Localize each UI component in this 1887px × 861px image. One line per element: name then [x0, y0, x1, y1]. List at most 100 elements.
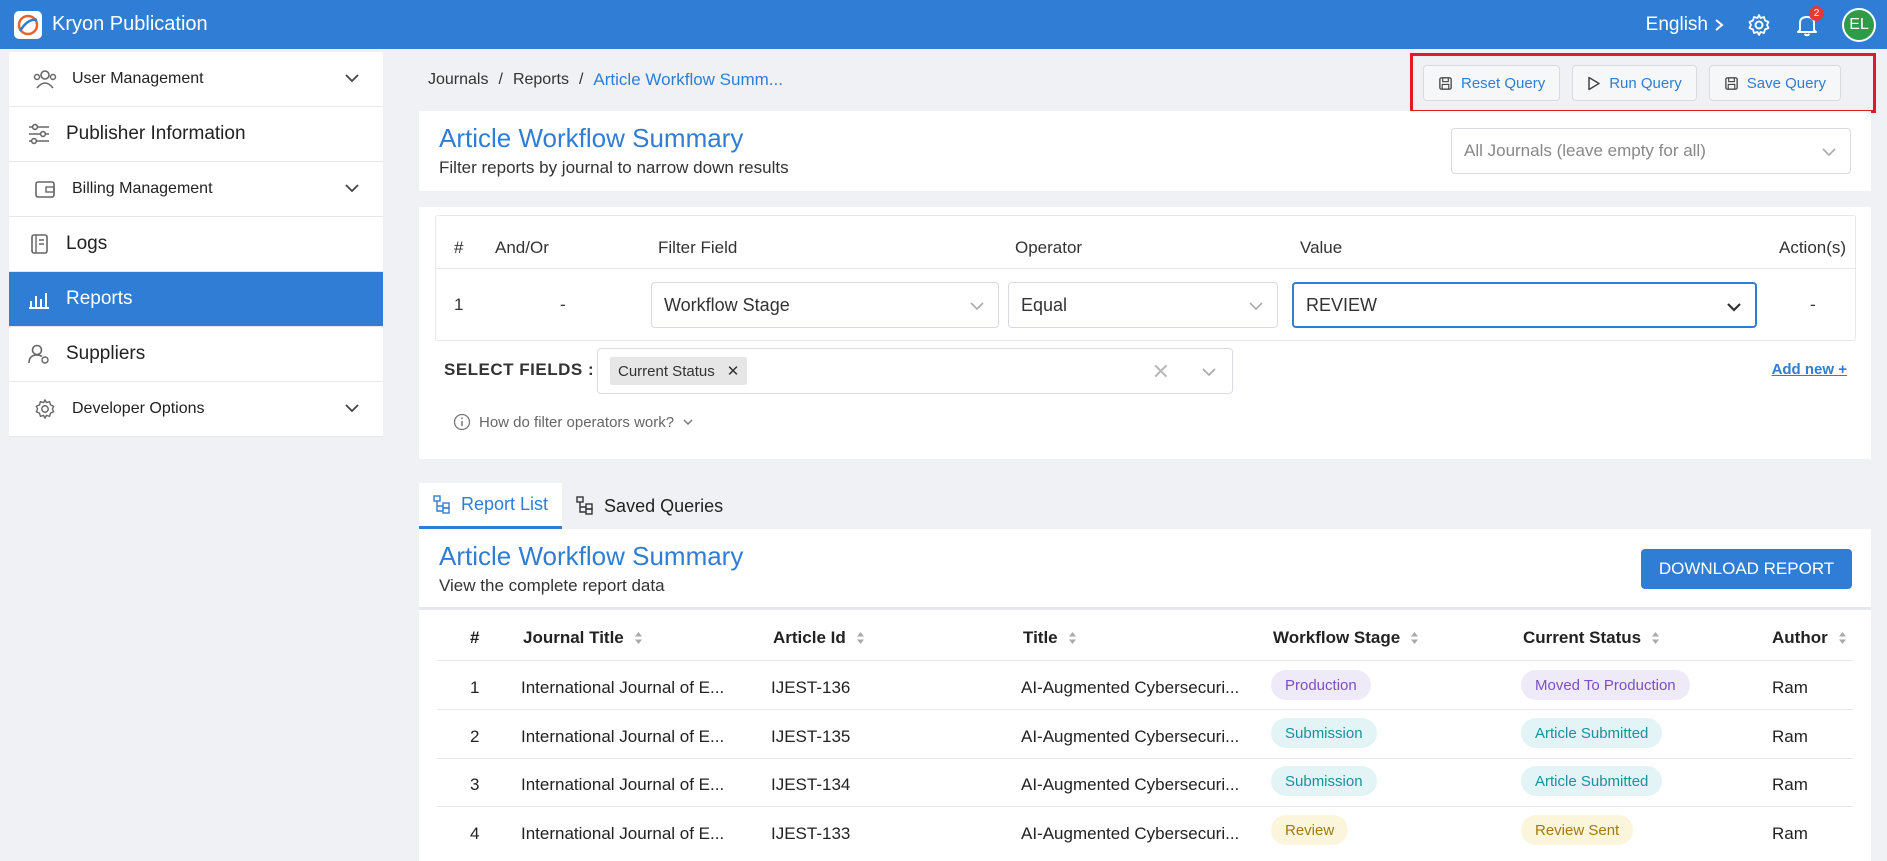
wallet-icon — [32, 176, 58, 202]
run-query-button[interactable]: Run Query — [1572, 65, 1697, 101]
cell-index: 2 — [470, 727, 480, 746]
app-title: Kryon Publication — [52, 13, 208, 35]
column-header-journal-title[interactable]: Journal Title — [523, 628, 643, 648]
column-header-article-id[interactable]: Article Id — [773, 628, 865, 648]
sidebar-item-developer-options[interactable]: Developer Options — [9, 382, 383, 437]
clear-icon[interactable]: ✕ — [1152, 359, 1170, 385]
sidebar-item-suppliers[interactable]: Suppliers — [9, 327, 383, 382]
user-avatar[interactable]: EL — [1842, 7, 1876, 42]
sort-icon — [1068, 631, 1077, 645]
value-select[interactable]: REVIEW — [1292, 282, 1757, 328]
notifications-button[interactable]: 2 — [1794, 5, 1824, 38]
table-divider — [437, 660, 1853, 661]
reset-query-button[interactable]: Reset Query — [1423, 65, 1561, 101]
reset-query-label: Reset Query — [1461, 74, 1546, 92]
cell-journal-title: International Journal of E... — [521, 678, 725, 697]
breadcrumb-reports[interactable]: Reports — [513, 71, 569, 89]
floppy-icon — [1439, 76, 1452, 90]
remove-chip-icon[interactable]: ✕ — [727, 362, 740, 380]
sort-icon — [1410, 631, 1419, 645]
workflow-stage-badge: Submission — [1271, 766, 1377, 796]
breadcrumb-journals[interactable]: Journals — [428, 71, 488, 89]
cell-journal-title: International Journal of E... — [521, 727, 725, 746]
chevron-down-icon — [1727, 303, 1741, 312]
filter-help-toggle[interactable]: How do filter operators work? — [453, 413, 694, 431]
sidebar-item-label: Logs — [66, 233, 108, 254]
chevron-down-icon[interactable] — [1200, 363, 1218, 381]
column-header-current-status[interactable]: Current Status — [1523, 628, 1660, 648]
sidebar-item-publisher-information[interactable]: Publisher Information — [9, 107, 383, 162]
chevron-down-icon — [970, 302, 984, 311]
chevron-down-icon — [1249, 302, 1263, 311]
bar-chart-icon — [26, 286, 52, 312]
cell-article-id: IJEST-134 — [771, 775, 851, 794]
list-tree-icon — [576, 496, 593, 515]
operator-value: Equal — [1021, 294, 1068, 315]
tab-report-list[interactable]: Report List — [419, 483, 563, 529]
filter-header-actions: Action(s) — [1779, 238, 1847, 257]
add-new-link[interactable]: Add new + — [1772, 361, 1847, 378]
run-query-label: Run Query — [1609, 74, 1682, 92]
logbook-icon — [26, 231, 52, 257]
settings-button[interactable] — [1746, 12, 1772, 38]
users-icon — [32, 66, 58, 92]
cell-index: 4 — [470, 824, 480, 843]
page-subtitle: Filter reports by journal to narrow down… — [439, 158, 789, 177]
sidebar-item-logs[interactable]: Logs — [9, 217, 383, 272]
column-header-title[interactable]: Title — [1023, 628, 1077, 648]
cell-title: AI-Augmented Cybersecuri... — [1021, 824, 1240, 843]
cell-author: Ram — [1772, 678, 1808, 697]
filter-row-action: - — [1810, 295, 1816, 314]
cell-index: 3 — [470, 775, 480, 794]
tab-saved-queries[interactable]: Saved Queries — [562, 483, 737, 529]
sidebar-item-label: Publisher Information — [66, 123, 246, 144]
operator-select[interactable]: Equal — [1008, 282, 1278, 328]
save-query-button[interactable]: Save Query — [1708, 65, 1841, 101]
workflow-stage-badge: Submission — [1271, 718, 1377, 748]
filter-panel: # And/Or Filter Field Operator Value Act… — [419, 207, 1871, 459]
status-badge: Moved To Production — [1521, 670, 1690, 700]
download-report-button[interactable]: DOWNLOAD REPORT — [1641, 549, 1852, 589]
sort-icon — [856, 631, 865, 645]
tab-label: Saved Queries — [604, 495, 724, 516]
journals-select[interactable]: All Journals (leave empty for all) — [1451, 128, 1851, 174]
filter-field-select[interactable]: Workflow Stage — [651, 282, 999, 328]
sort-icon — [1838, 631, 1847, 645]
sidebar-item-reports[interactable]: Reports — [9, 272, 383, 327]
sidebar: User Management Publisher Information Bi… — [9, 52, 383, 437]
chevron-down-icon — [1822, 148, 1836, 157]
filter-field-value: Workflow Stage — [664, 294, 790, 315]
table-divider — [437, 758, 1853, 759]
language-selector[interactable]: English — [1646, 14, 1724, 36]
cell-article-id: IJEST-135 — [771, 727, 851, 746]
status-badge: Article Submitted — [1521, 766, 1663, 796]
column-header-author[interactable]: Author — [1772, 628, 1847, 648]
value-select-value: REVIEW — [1306, 294, 1378, 315]
tab-label: Report List — [461, 494, 549, 514]
divider — [419, 607, 1871, 610]
app-logo-icon — [14, 10, 42, 39]
workflow-stage-badge: Review — [1271, 815, 1349, 845]
top-bar: Kryon Publication English 2 EL — [0, 0, 1887, 49]
report-header-panel: Article Workflow Summary Filter reports … — [419, 111, 1871, 191]
report-tabs: Report List Saved Queries — [419, 483, 737, 529]
chevron-down-icon — [345, 184, 359, 193]
chevron-right-icon — [1715, 18, 1724, 31]
table-divider — [437, 709, 1853, 710]
sliders-icon — [26, 121, 52, 147]
sidebar-item-user-management[interactable]: User Management — [9, 52, 383, 107]
filter-header-field: Filter Field — [658, 238, 738, 257]
breadcrumb-separator: / — [578, 71, 584, 88]
sidebar-item-billing-management[interactable]: Billing Management — [9, 162, 383, 217]
cell-author: Ram — [1772, 775, 1808, 794]
column-header-workflow-stage[interactable]: Workflow Stage — [1273, 628, 1419, 648]
filter-row: 1 - Workflow Stage Equal REVIEW - — [436, 268, 1855, 342]
info-icon — [453, 413, 471, 431]
sidebar-item-label: Developer Options — [72, 400, 205, 417]
filter-help-label: How do filter operators work? — [479, 413, 675, 431]
cell-title: AI-Augmented Cybersecuri... — [1021, 678, 1240, 697]
workflow-stage-badge: Production — [1271, 670, 1371, 700]
chevron-down-icon — [345, 404, 359, 413]
select-fields-input[interactable]: Current Status ✕ ✕ — [597, 348, 1233, 394]
cell-article-id: IJEST-133 — [771, 824, 851, 843]
